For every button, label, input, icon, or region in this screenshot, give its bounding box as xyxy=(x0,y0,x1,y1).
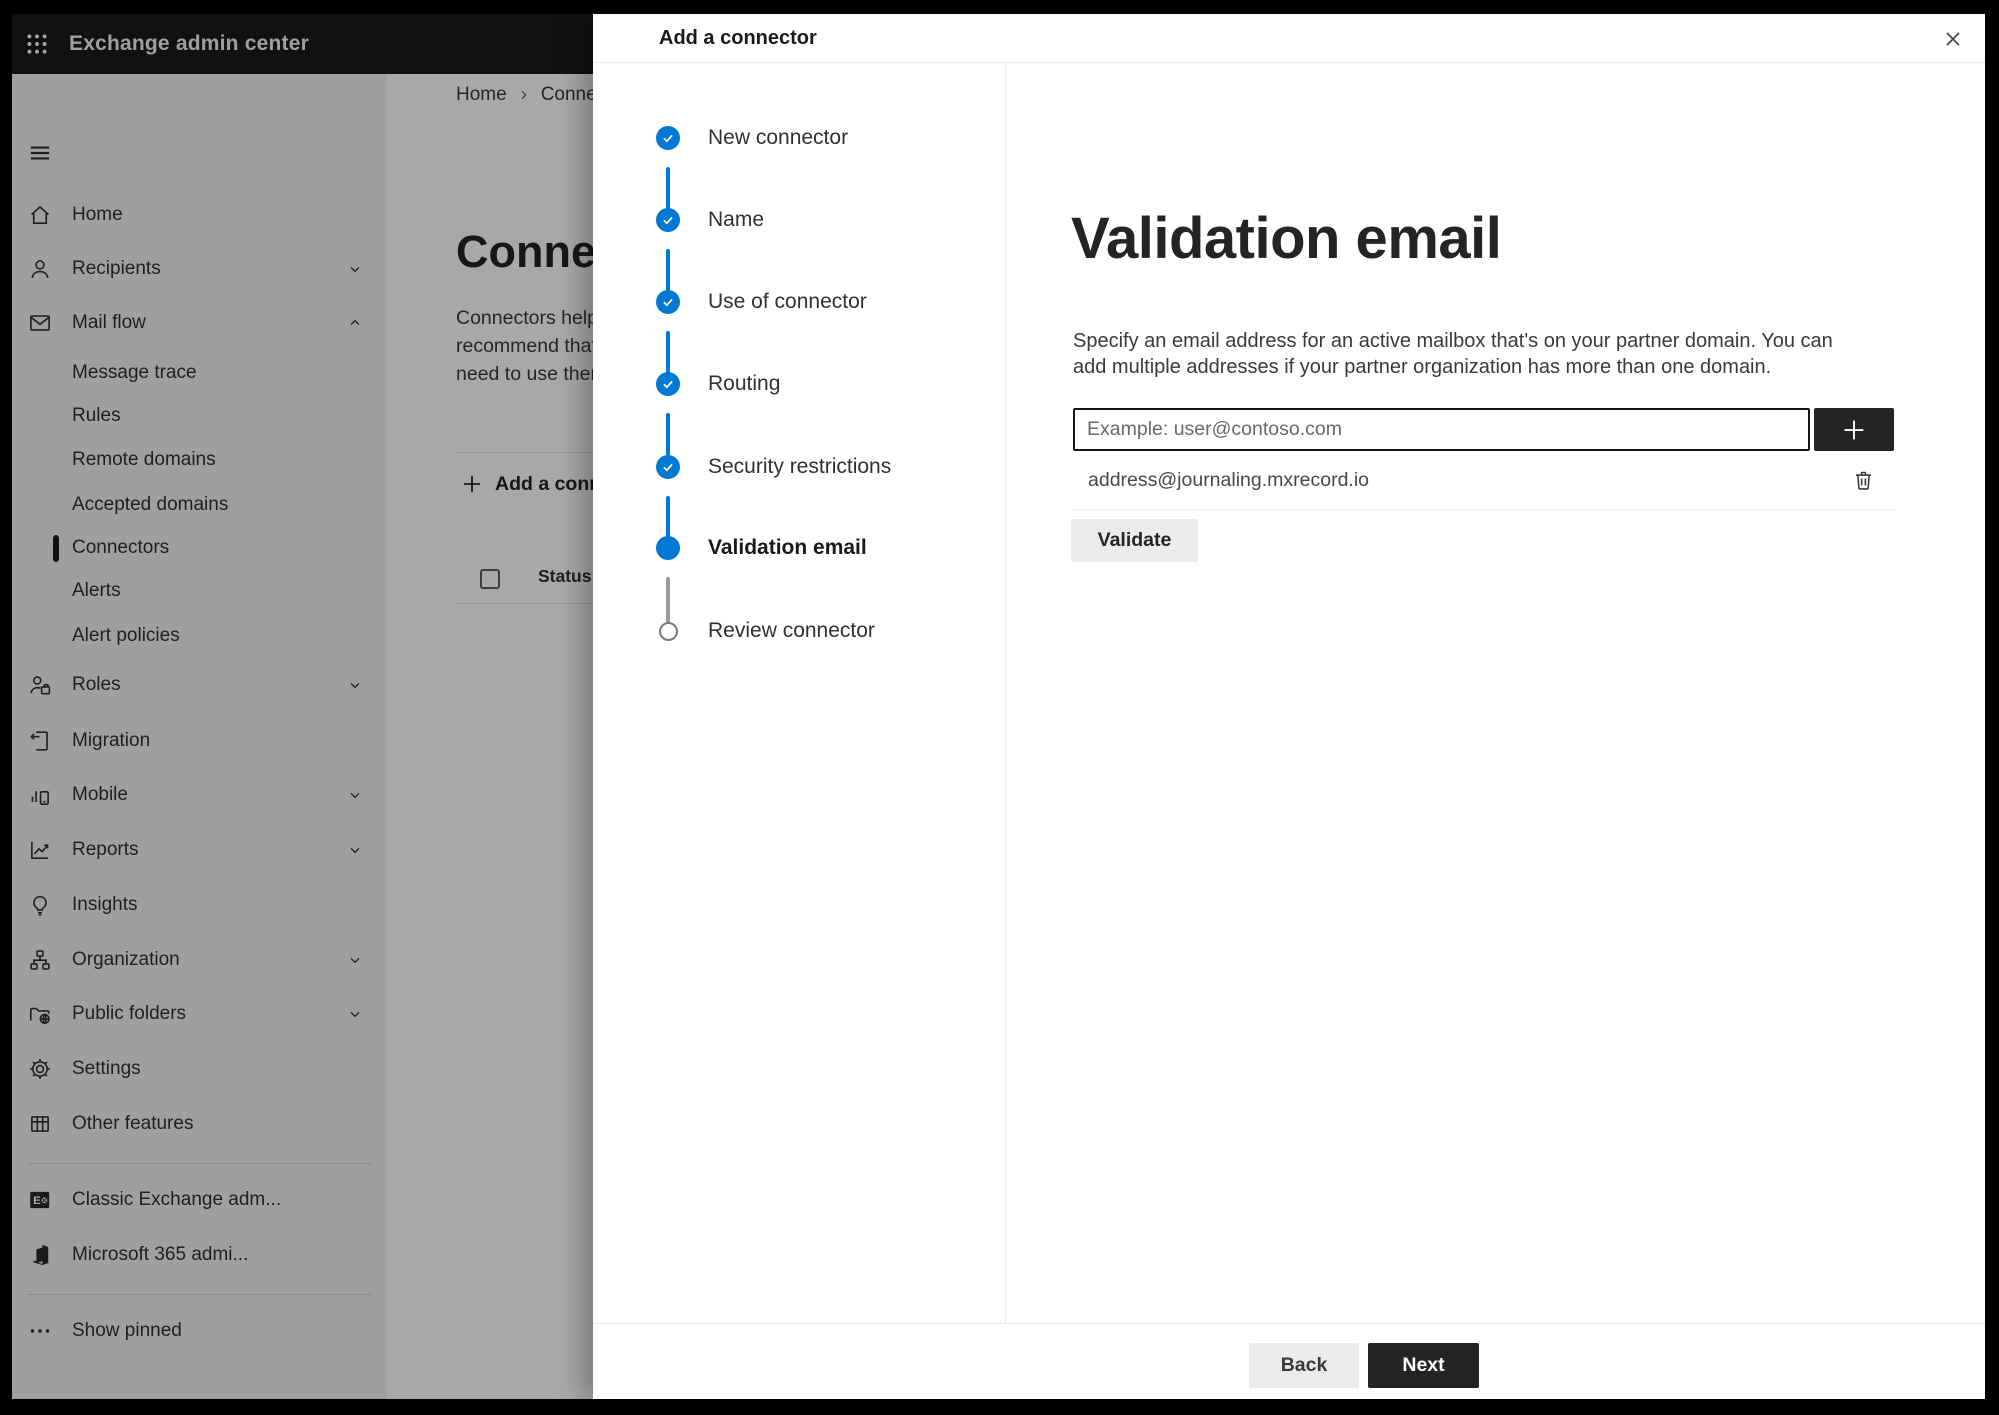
close-button[interactable] xyxy=(1933,19,1973,59)
next-button[interactable]: Next xyxy=(1368,1343,1479,1388)
step-completed-icon xyxy=(656,126,680,150)
step-use-of-connector: Use of connector xyxy=(656,288,867,316)
add-connector-dialog: Add a connector New connector Name Use o… xyxy=(593,14,1985,1399)
exchange-admin-app: Exchange admin center Home Recipients Ma… xyxy=(12,14,1985,1399)
validation-email-input[interactable] xyxy=(1073,408,1810,451)
validation-address: address@journaling.mxrecord.io xyxy=(1088,468,1370,491)
back-button[interactable]: Back xyxy=(1249,1343,1359,1388)
dialog-header: Add a connector xyxy=(593,14,1985,63)
step-completed-icon xyxy=(656,455,680,479)
step-security-restrictions: Security restrictions xyxy=(656,453,891,481)
step-new-connector: New connector xyxy=(656,124,848,152)
dialog-footer: Back Next xyxy=(593,1323,1985,1399)
checkmark-icon xyxy=(663,216,673,225)
close-icon xyxy=(1946,32,1960,46)
step-current-icon xyxy=(656,536,680,560)
checkmark-icon xyxy=(663,380,673,389)
validation-address-row: address@journaling.mxrecord.io xyxy=(1073,451,1895,510)
panel-heading: Validation email xyxy=(1071,205,1502,271)
validate-button[interactable]: Validate xyxy=(1071,519,1198,562)
delete-address-button[interactable] xyxy=(1845,462,1881,498)
step-name: Name xyxy=(656,206,764,234)
panel-description: Specify an email address for an active m… xyxy=(1073,330,1833,378)
stepper-content-divider xyxy=(1005,63,1006,1323)
trash-icon xyxy=(1855,471,1871,490)
dialog-title: Add a connector xyxy=(659,26,817,49)
step-completed-icon xyxy=(656,208,680,232)
step-review-connector: Review connector xyxy=(656,617,875,645)
step-completed-icon xyxy=(656,290,680,314)
step-validation-email: Validation email xyxy=(656,534,867,562)
step-upcoming-icon xyxy=(658,621,678,641)
checkmark-icon xyxy=(663,134,673,143)
step-completed-icon xyxy=(656,372,680,396)
screenshot-root: Exchange admin center Home Recipients Ma… xyxy=(0,0,1999,1415)
checkmark-icon xyxy=(663,298,673,307)
step-routing: Routing xyxy=(656,370,780,398)
plus-icon xyxy=(1844,420,1864,439)
add-email-button[interactable] xyxy=(1814,408,1894,451)
checkmark-icon xyxy=(663,463,673,472)
